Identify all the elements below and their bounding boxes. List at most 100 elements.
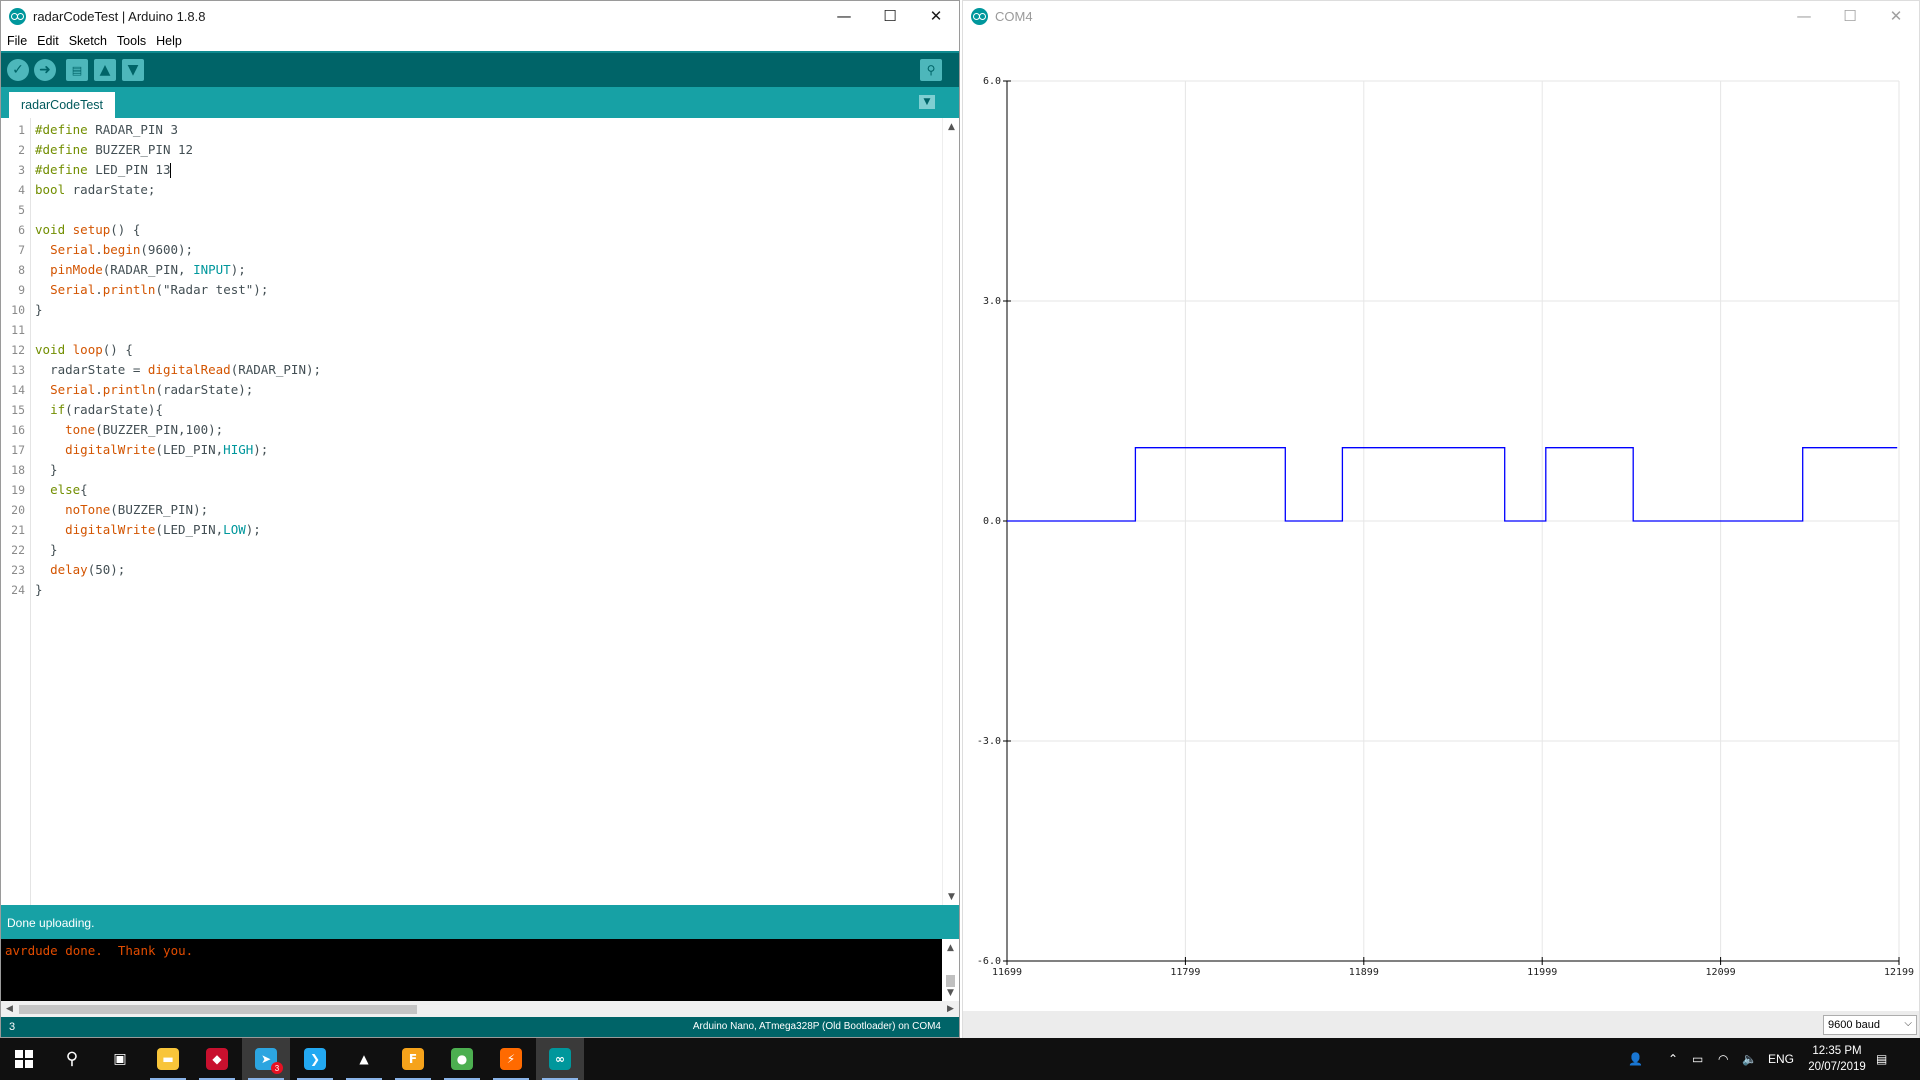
code-line[interactable]: } bbox=[35, 540, 58, 560]
action-center-button[interactable]: ▤ bbox=[1876, 1038, 1887, 1080]
code-token: LED_PIN bbox=[95, 162, 148, 177]
line-number: 23 bbox=[11, 563, 25, 577]
ide-titlebar[interactable]: radarCodeTest | Arduino 1.8.8 — ☐ ✕ bbox=[1, 1, 959, 31]
code-line[interactable]: #define BUZZER_PIN 12 bbox=[35, 140, 193, 160]
code-line[interactable]: void setup() { bbox=[35, 220, 140, 240]
close-button[interactable]: ✕ bbox=[913, 1, 959, 31]
baud-rate-select[interactable]: 9600 baud ⌵ bbox=[1823, 1015, 1917, 1035]
horizontal-scroll-thumb[interactable] bbox=[19, 1005, 417, 1014]
network-button[interactable]: ◠ bbox=[1718, 1038, 1728, 1080]
slicer-taskbar-button[interactable]: ⚡ bbox=[487, 1038, 535, 1080]
code-line[interactable]: if(radarState){ bbox=[35, 400, 163, 420]
menu-file[interactable]: File bbox=[7, 34, 27, 48]
line-number: 12 bbox=[11, 343, 25, 357]
console-horizontal-scrollbar[interactable]: ◀ ▶ bbox=[1, 1001, 959, 1017]
minimize-button[interactable]: — bbox=[821, 1, 867, 31]
inkscape-taskbar-button[interactable]: ▲ bbox=[340, 1038, 388, 1080]
scroll-up-arrow-icon[interactable]: ▲ bbox=[943, 118, 959, 135]
save-sketch-button[interactable]: ▼ bbox=[122, 59, 144, 81]
code-line[interactable]: Serial.begin(9600); bbox=[35, 240, 193, 260]
code-token: Serial bbox=[50, 282, 96, 297]
speaker-icon: 🔈 bbox=[1742, 1052, 1757, 1066]
people-button[interactable]: 👤 bbox=[1628, 1038, 1643, 1080]
open-sketch-button[interactable]: ▲ bbox=[94, 59, 116, 81]
code-line[interactable]: else{ bbox=[35, 480, 88, 500]
task-view-button[interactable]: ▣ bbox=[96, 1038, 144, 1080]
fusion-taskbar-button[interactable]: F bbox=[389, 1038, 437, 1080]
app-red-taskbar-button[interactable]: ◆ bbox=[193, 1038, 241, 1080]
code-line[interactable]: #define LED_PIN 13 bbox=[35, 160, 172, 180]
tab-radarcodetest[interactable]: radarCodeTest bbox=[9, 92, 115, 118]
code-token: radarState bbox=[50, 362, 126, 377]
console-output[interactable]: avrdude done. Thank you. ▲ ▼ bbox=[1, 939, 959, 1001]
start-button[interactable] bbox=[0, 1038, 48, 1080]
code-token: (" bbox=[155, 282, 171, 297]
plotter-titlebar[interactable]: COM4 — ☐ ✕ bbox=[963, 1, 1919, 31]
serial-monitor-button[interactable]: ⚲ bbox=[920, 59, 942, 81]
menu-edit[interactable]: Edit bbox=[37, 34, 59, 48]
scroll-left-arrow-icon[interactable]: ◀ bbox=[1, 1001, 18, 1017]
plot-area: 6.0 3.0 0.0 -3.0 -6.0 11699 11799 11899 11999 120… bbox=[963, 31, 1919, 1011]
code-token: RADAR_PIN bbox=[238, 362, 306, 377]
code-line[interactable]: Serial.println("Radar test"); bbox=[35, 280, 268, 300]
file-explorer-taskbar-button[interactable]: ▬ bbox=[144, 1038, 192, 1080]
telegram-taskbar-button[interactable]: ➤ 3 bbox=[242, 1038, 290, 1080]
code-line[interactable]: tone(BUZZER_PIN,100); bbox=[35, 420, 223, 440]
code-line[interactable]: delay(50); bbox=[35, 560, 125, 580]
code-line[interactable]: Serial.println(radarState); bbox=[35, 380, 253, 400]
x-tick-label: 11999 bbox=[1527, 967, 1557, 978]
editor-vertical-scrollbar[interactable]: ▲ ▼ bbox=[942, 118, 959, 905]
vscode-taskbar-button[interactable]: ❯ bbox=[291, 1038, 339, 1080]
code-line[interactable]: } bbox=[35, 300, 43, 320]
line-number: 22 bbox=[11, 543, 25, 557]
ide-toolbar: ✓ ➜ ▤ ▲ ▼ ⚲ bbox=[1, 51, 959, 87]
code-line[interactable]: } bbox=[35, 460, 58, 480]
code-token: BUZZER_PIN bbox=[95, 142, 171, 157]
verify-button[interactable]: ✓ bbox=[7, 59, 29, 81]
menu-tools[interactable]: Tools bbox=[117, 34, 146, 48]
plotter-minimize-button[interactable]: — bbox=[1781, 1, 1827, 31]
maximize-button[interactable]: ☐ bbox=[867, 1, 913, 31]
code-token: } bbox=[35, 542, 58, 557]
code-line[interactable]: void loop() { bbox=[35, 340, 133, 360]
code-line[interactable]: pinMode(RADAR_PIN, INPUT); bbox=[35, 260, 246, 280]
x-tick-label: 11799 bbox=[1170, 967, 1200, 978]
tab-menu-button[interactable]: ▼ bbox=[919, 95, 935, 109]
clock-date: 20/07/2019 bbox=[1808, 1061, 1866, 1073]
scroll-down-arrow-icon[interactable]: ▼ bbox=[943, 888, 959, 905]
show-hidden-icons-button[interactable]: ⌃ bbox=[1668, 1038, 1678, 1080]
plotter-close-button[interactable]: ✕ bbox=[1873, 1, 1919, 31]
new-file-icon: ▤ bbox=[71, 63, 83, 77]
code-line[interactable]: digitalWrite(LED_PIN,LOW); bbox=[35, 520, 261, 540]
x-tick-label: 12099 bbox=[1706, 967, 1736, 978]
arduino-taskbar-button[interactable]: ∞ bbox=[536, 1038, 584, 1080]
new-sketch-button[interactable]: ▤ bbox=[66, 59, 88, 81]
line-number: 9 bbox=[18, 283, 25, 297]
code-line[interactable]: #define RADAR_PIN 3 bbox=[35, 120, 178, 140]
code-line[interactable]: radarState = digitalRead(RADAR_PIN); bbox=[35, 360, 321, 380]
code-line[interactable]: digitalWrite(LED_PIN,HIGH); bbox=[35, 440, 268, 460]
code-line[interactable]: bool radarState; bbox=[35, 180, 155, 200]
console-scroll-down-icon[interactable]: ▼ bbox=[942, 984, 959, 1001]
plotter-maximize-button[interactable]: ☐ bbox=[1827, 1, 1873, 31]
search-button[interactable]: ⚲ bbox=[48, 1038, 96, 1080]
menu-sketch[interactable]: Sketch bbox=[69, 34, 107, 48]
code-line[interactable]: } bbox=[35, 580, 43, 600]
chrome-taskbar-button[interactable]: ● bbox=[438, 1038, 486, 1080]
code-editor[interactable]: 1 2 3 4 5 6 7 8 9 10 11 12 13 14 15 16 17 18 19 20 21 22 23 24 … bbox=[1, 118, 959, 905]
system-clock[interactable]: 12:35 PM 20/07/2019 bbox=[1802, 1043, 1872, 1075]
scroll-right-arrow-icon[interactable]: ▶ bbox=[942, 1001, 959, 1017]
upload-button[interactable]: ➜ bbox=[34, 59, 56, 81]
battery-icon: ▭ bbox=[1692, 1052, 1704, 1066]
code-token: ; bbox=[147, 182, 156, 197]
console-scroll-up-icon[interactable]: ▲ bbox=[942, 939, 959, 956]
console-vertical-scrollbar[interactable]: ▲ ▼ bbox=[942, 939, 959, 1001]
menu-help[interactable]: Help bbox=[156, 34, 182, 48]
volume-button[interactable]: 🔈 bbox=[1742, 1038, 1757, 1080]
language-indicator[interactable]: ENG bbox=[1768, 1038, 1794, 1080]
magnifier-icon: ⚲ bbox=[926, 63, 936, 77]
code-line[interactable]: noTone(BUZZER_PIN); bbox=[35, 500, 208, 520]
battery-button[interactable]: ▭ bbox=[1692, 1038, 1703, 1080]
code-token: (50); bbox=[87, 562, 126, 577]
